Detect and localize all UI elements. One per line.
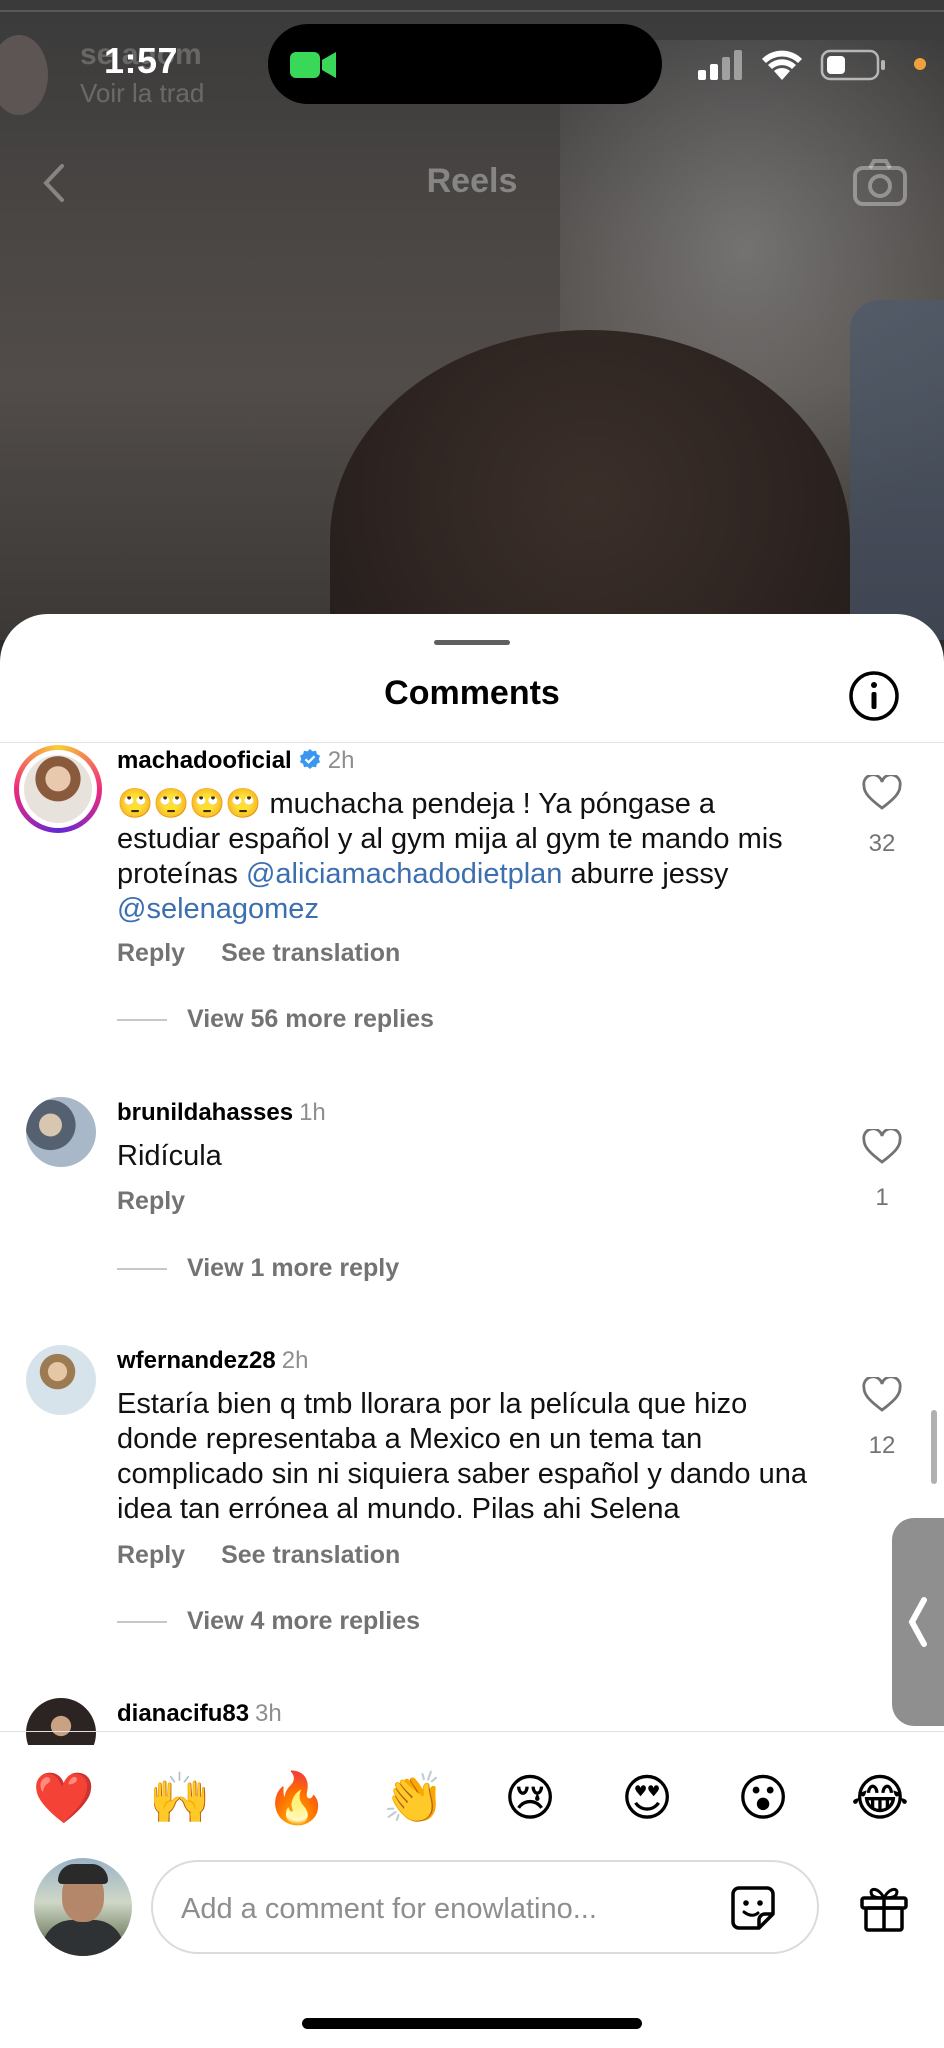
comment-header: dianacifu83 3h xyxy=(117,1700,282,1728)
chevron-left-icon xyxy=(908,1597,927,1647)
battery-dot xyxy=(914,58,926,70)
emoji-heart[interactable]: ❤️ xyxy=(24,1758,104,1838)
see-translation-button[interactable]: See translation xyxy=(221,1541,400,1569)
emoji-raised-hands[interactable]: 🙌 xyxy=(140,1758,220,1838)
reel-background: se agom Voir la trad 1:57 Reels xyxy=(0,0,944,640)
view-more-replies[interactable]: View 4 more replies xyxy=(117,1607,420,1636)
heart-icon[interactable] xyxy=(862,1129,902,1165)
see-translation-button[interactable]: See translation xyxy=(221,939,400,967)
wifi-icon xyxy=(762,50,802,80)
avatar[interactable] xyxy=(26,1097,96,1167)
sheet-grabber[interactable] xyxy=(434,640,510,645)
battery-icon xyxy=(820,49,885,81)
view-more-replies[interactable]: View 1 more reply xyxy=(117,1254,399,1283)
comment-text: 🙄🙄🙄🙄 muchacha pendeja ! Ya póngase a est… xyxy=(117,788,783,925)
comment-time: 2h xyxy=(327,747,355,774)
sheet-title: Comments xyxy=(384,674,560,712)
comment-text: Ridícula xyxy=(117,1140,222,1172)
reply-button[interactable]: Reply xyxy=(117,939,185,967)
comment-time: 1h xyxy=(299,1099,326,1126)
verified-badge-icon xyxy=(299,749,320,769)
status-icons xyxy=(698,49,926,81)
comment-text: Estaría bien q tmb llorara por la pelícu… xyxy=(117,1388,807,1525)
sticker-icon[interactable] xyxy=(725,1880,781,1936)
comment-header: machadooficial 2h xyxy=(117,747,354,775)
comment-actions: Reply xyxy=(117,1187,221,1216)
comments-list: machadooficial 2h 🙄🙄🙄🙄 muchacha pendeja !… xyxy=(0,743,944,1745)
comment-item: brunildahasses 1h Ridícula Reply View 1 m… xyxy=(0,1097,944,1307)
ghost-avatar xyxy=(0,35,48,115)
comment-header: brunildahasses 1h xyxy=(117,1099,326,1127)
avatar[interactable] xyxy=(26,1698,96,1745)
facetime-icon xyxy=(290,52,336,78)
home-indicator[interactable] xyxy=(302,2018,642,2029)
comment-username[interactable]: machadooficial xyxy=(117,747,292,774)
comment-time: 3h xyxy=(255,1700,282,1727)
comment-time: 2h xyxy=(281,1347,309,1374)
emoji-clap[interactable]: 👏 xyxy=(374,1758,454,1838)
mention-link[interactable]: @aliciamachadodietplan xyxy=(246,858,562,890)
info-icon[interactable] xyxy=(848,670,900,722)
like-count: 12 xyxy=(868,1432,896,1459)
emoji-heart-eyes[interactable]: 😍 xyxy=(607,1758,687,1838)
comment-input[interactable] xyxy=(179,1884,703,1934)
comment-composer[interactable] xyxy=(151,1860,819,1954)
heart-icon[interactable] xyxy=(862,1377,902,1413)
like-count: 32 xyxy=(868,830,896,857)
side-panel-handle[interactable] xyxy=(892,1518,944,1726)
top-divider xyxy=(0,10,944,12)
camera-icon[interactable] xyxy=(852,158,908,208)
comment-username[interactable]: brunildahasses xyxy=(117,1099,293,1126)
heart-icon[interactable] xyxy=(862,775,902,811)
reel-window xyxy=(850,300,944,640)
dynamic-island xyxy=(268,24,662,104)
comment-username[interactable]: dianacifu83 xyxy=(117,1700,249,1727)
mention-link[interactable]: @selenagomez xyxy=(117,893,319,925)
ghost-translate: Voir la trad xyxy=(80,78,205,108)
composer-divider xyxy=(0,1731,944,1732)
reply-button[interactable]: Reply xyxy=(117,1541,185,1569)
avatar[interactable] xyxy=(26,1345,96,1415)
avatar xyxy=(24,755,92,823)
emoji-surprised[interactable]: 😮 xyxy=(723,1758,803,1838)
signal-icon xyxy=(698,50,742,80)
emoji-fire[interactable]: 🔥 xyxy=(257,1758,337,1838)
emoji-crying[interactable]: 😢 xyxy=(490,1758,570,1838)
view-more-replies[interactable]: View 56 more replies xyxy=(117,1005,434,1034)
reels-title: Reels xyxy=(426,162,518,200)
emoji-laughing[interactable]: 😂 xyxy=(840,1758,920,1838)
my-avatar xyxy=(34,1858,132,1956)
status-time: 1:57 xyxy=(104,40,179,81)
like-count: 1 xyxy=(875,1184,889,1211)
quick-emoji-bar: ❤️ 🙌 🔥 👏 😢 😍 😮 😂 xyxy=(0,1758,944,1838)
avatar-story-ring[interactable] xyxy=(14,745,102,833)
scroll-indicator[interactable] xyxy=(931,1410,937,1484)
comment-item: wfernandez28 2h Estaría bien q tmb llorar… xyxy=(0,1345,944,1675)
comment-username[interactable]: wfernandez28 xyxy=(117,1347,276,1374)
gift-icon[interactable] xyxy=(856,1880,912,1936)
comment-header: wfernandez28 2h xyxy=(117,1347,308,1375)
comment-actions: Reply See translation xyxy=(117,939,436,968)
comment-item: dianacifu83 3h xyxy=(0,1698,944,1745)
comment-actions: Reply See translation xyxy=(117,1541,436,1570)
comment-item: machadooficial 2h 🙄🙄🙄🙄 muchacha pendeja !… xyxy=(0,743,944,1083)
reply-button[interactable]: Reply xyxy=(117,1187,185,1215)
